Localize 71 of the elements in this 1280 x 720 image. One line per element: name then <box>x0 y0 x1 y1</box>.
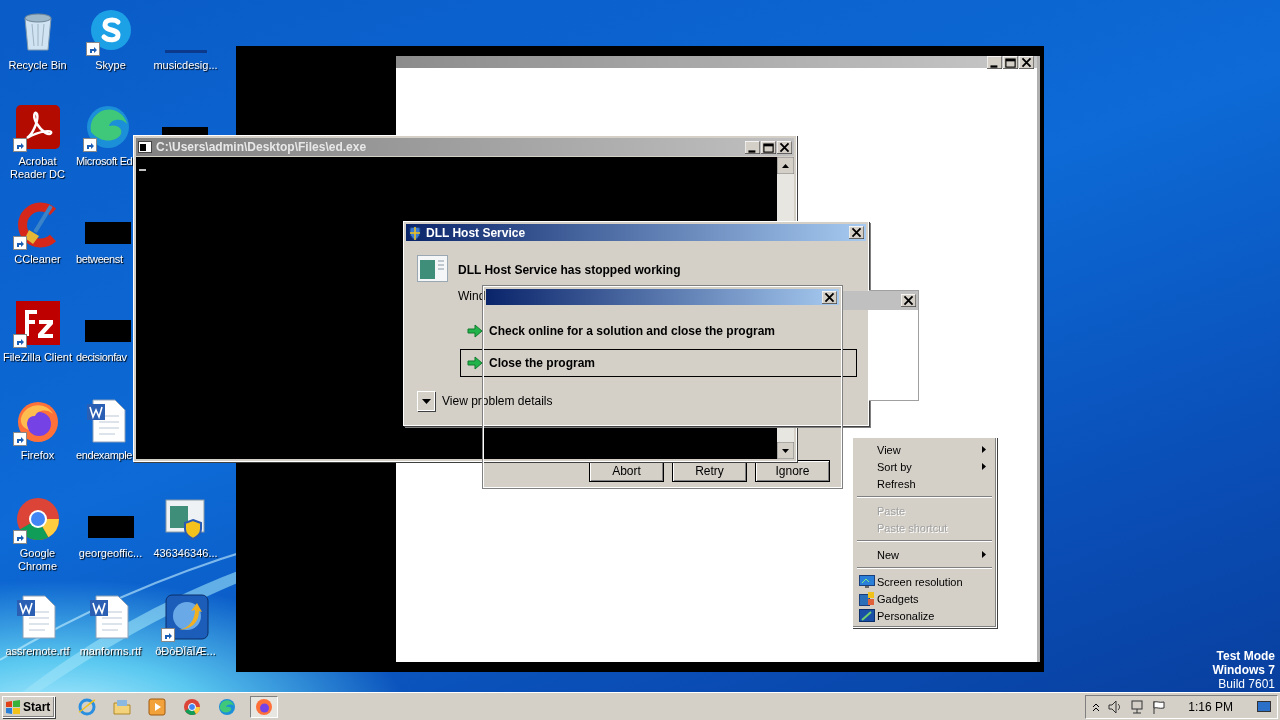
gadgets-icon <box>859 590 875 607</box>
menu-item[interactable]: Personalize <box>855 607 994 624</box>
acrobat-icon[interactable] <box>14 104 61 150</box>
error-heading: DLL Host Service has stopped working <box>458 263 681 277</box>
icon-label[interactable]: georgeoffic... <box>78 547 143 560</box>
menu-item[interactable]: Screen resolution <box>855 573 994 590</box>
arrow-icon <box>467 324 483 338</box>
show-desktop-icon[interactable] <box>1257 700 1271 713</box>
icon-label[interactable]: Recycle Bin <box>8 59 67 72</box>
filezilla-icon[interactable] <box>14 300 61 346</box>
maximize-button[interactable] <box>1003 56 1018 69</box>
watermark-text: Build 7601 <box>1218 677 1275 691</box>
close-button[interactable] <box>822 290 837 304</box>
icon-label[interactable]: Skype <box>95 59 126 72</box>
close-button[interactable] <box>901 294 916 307</box>
menu-item[interactable]: New <box>855 546 994 563</box>
installer-icon[interactable] <box>162 594 209 640</box>
program-icon <box>417 255 448 282</box>
chevron-up-icon[interactable] <box>1092 701 1101 712</box>
chrome-icon[interactable] <box>14 496 61 542</box>
watermark-text: Windows 7 <box>1212 663 1275 677</box>
close-button[interactable] <box>777 140 792 154</box>
scroll-up-button[interactable] <box>777 157 794 174</box>
icon-label[interactable]: FileZilla Client <box>2 351 73 364</box>
firefox-icon[interactable] <box>255 697 274 716</box>
shield-icon <box>408 225 422 240</box>
network-icon[interactable] <box>1130 699 1145 714</box>
option-button[interactable]: Close the program <box>460 349 857 377</box>
edge-icon[interactable] <box>85 104 131 150</box>
close-button[interactable] <box>1019 56 1034 69</box>
maximize-button[interactable] <box>761 140 776 154</box>
icon-label[interactable]: Firefox <box>20 449 55 462</box>
personalize-icon <box>859 608 875 623</box>
minimize-button[interactable] <box>987 56 1002 69</box>
submenu-arrow-icon <box>982 551 986 558</box>
icon-label[interactable]: musicdesig... <box>153 59 218 72</box>
speaker-icon[interactable] <box>1108 699 1123 714</box>
icon-label[interactable]: Microsoft Ed <box>76 155 133 168</box>
menu-item[interactable]: View <box>855 441 994 458</box>
chrome-icon[interactable] <box>183 697 202 716</box>
submenu-arrow-icon <box>982 463 986 470</box>
menu-item[interactable]: Gadgets <box>855 590 994 607</box>
flag-icon[interactable] <box>1152 699 1167 714</box>
icon-label[interactable]: 436346346... <box>153 547 218 560</box>
menu-item[interactable]: Sort by <box>855 458 994 475</box>
clock[interactable]: 1:16 PM <box>1188 699 1233 714</box>
arrow-icon <box>467 356 483 370</box>
console-icon <box>138 141 152 153</box>
minimize-button[interactable] <box>745 140 760 154</box>
icon-label[interactable]: Google Chrome <box>0 547 75 573</box>
windows-logo-icon <box>5 699 21 714</box>
window-title: C:\Users\admin\Desktop\Files\ed.exe <box>156 140 368 154</box>
cursor <box>139 169 146 171</box>
icon-label[interactable]: endexample <box>76 449 132 462</box>
watermark-text: Test Mode <box>1216 649 1275 663</box>
option-button[interactable]: Check online for a solution and close the program <box>460 317 857 345</box>
details-link[interactable]: View problem details <box>442 394 553 408</box>
caret-icon <box>421 398 431 404</box>
menu-item[interactable]: Refresh <box>855 475 994 492</box>
start-button[interactable]: Start <box>2 695 56 718</box>
close-button[interactable] <box>849 226 864 239</box>
media-player-icon[interactable] <box>148 697 167 716</box>
submenu-arrow-icon <box>982 446 986 453</box>
scroll-down-button[interactable] <box>777 442 794 459</box>
icon-label[interactable]: Acrobat Reader DC <box>0 155 75 181</box>
expand-button[interactable] <box>417 391 435 411</box>
monitor-icon <box>859 574 875 589</box>
icon-label[interactable]: CCleaner <box>14 253 61 266</box>
dialog-title: DLL Host Service <box>426 225 527 240</box>
icon-label[interactable]: decisionfav <box>76 351 127 364</box>
icon-label[interactable]: betweenst <box>76 253 123 266</box>
